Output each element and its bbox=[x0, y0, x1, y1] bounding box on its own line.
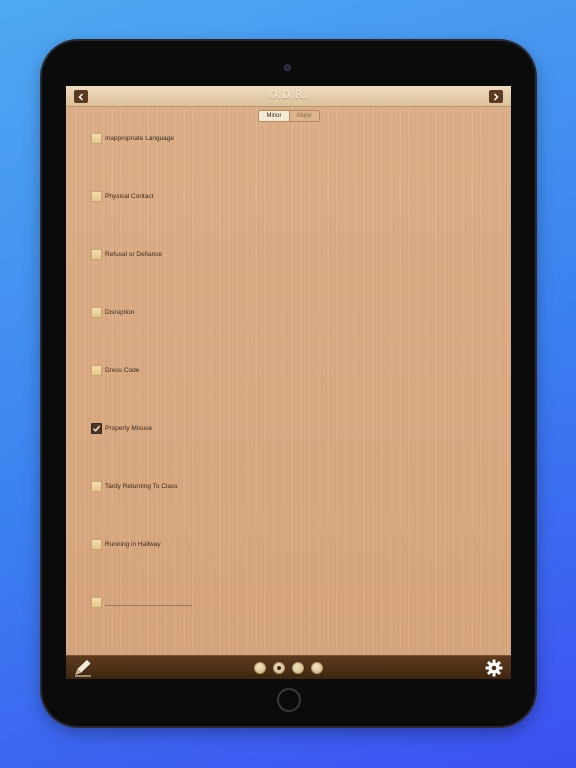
item-label: Tardy Returning To Class bbox=[105, 482, 178, 490]
gear-icon[interactable] bbox=[485, 659, 503, 677]
segment-major[interactable]: Major bbox=[289, 111, 319, 121]
checkbox[interactable] bbox=[91, 190, 102, 202]
segment-minor[interactable]: Minor bbox=[259, 111, 289, 121]
item-label: Disruption bbox=[105, 308, 135, 316]
checkbox[interactable] bbox=[91, 132, 102, 144]
checkmark-icon bbox=[92, 425, 101, 432]
item-label: Physical Contact bbox=[105, 192, 154, 200]
page-title: O.D.R. bbox=[269, 90, 308, 101]
navigation-bar: O.D.R. bbox=[66, 86, 511, 107]
page-dot-active[interactable] bbox=[273, 662, 285, 674]
checkbox[interactable] bbox=[91, 364, 102, 376]
chevron-right-icon bbox=[493, 92, 499, 101]
list-item[interactable]: Inappropriate Language bbox=[91, 131, 174, 145]
list-item[interactable]: Refusal or Defiance bbox=[91, 247, 162, 261]
page-dot[interactable] bbox=[254, 662, 266, 674]
checkbox[interactable] bbox=[91, 306, 102, 318]
pencil-icon[interactable] bbox=[73, 659, 93, 677]
page-indicator bbox=[254, 662, 323, 674]
checkbox[interactable] bbox=[91, 248, 102, 260]
item-label: Property Misuse bbox=[105, 424, 152, 432]
home-button[interactable] bbox=[277, 688, 301, 712]
app-screen: O.D.R. Minor Major Inappropriate Languag… bbox=[66, 86, 511, 679]
checkbox[interactable] bbox=[91, 538, 102, 550]
forward-button[interactable] bbox=[489, 90, 503, 103]
list-item-custom[interactable] bbox=[91, 595, 192, 609]
list-item[interactable]: Property Misuse bbox=[91, 421, 152, 435]
checkbox-checked[interactable] bbox=[91, 422, 102, 434]
page-dot[interactable] bbox=[292, 662, 304, 674]
list-item[interactable]: Running in Hallway bbox=[91, 537, 161, 551]
list-item[interactable]: Tardy Returning To Class bbox=[91, 479, 178, 493]
list-item[interactable]: Disruption bbox=[91, 305, 134, 319]
bottom-toolbar bbox=[66, 655, 511, 679]
ipad-device: O.D.R. Minor Major Inappropriate Languag… bbox=[42, 41, 535, 726]
list-item[interactable]: Physical Contact bbox=[91, 189, 153, 203]
checkbox[interactable] bbox=[91, 480, 102, 492]
camera-icon bbox=[284, 64, 291, 71]
custom-behavior-input[interactable] bbox=[105, 598, 192, 606]
list-item[interactable]: Dress Code bbox=[91, 363, 139, 377]
page-dot[interactable] bbox=[311, 662, 323, 674]
severity-segmented-control: Minor Major bbox=[258, 110, 320, 122]
item-label: Running in Hallway bbox=[105, 540, 161, 548]
item-label: Dress Code bbox=[105, 366, 140, 374]
item-label: Refusal or Defiance bbox=[105, 250, 163, 258]
checkbox[interactable] bbox=[91, 596, 102, 608]
item-label: Inappropriate Language bbox=[105, 134, 175, 142]
